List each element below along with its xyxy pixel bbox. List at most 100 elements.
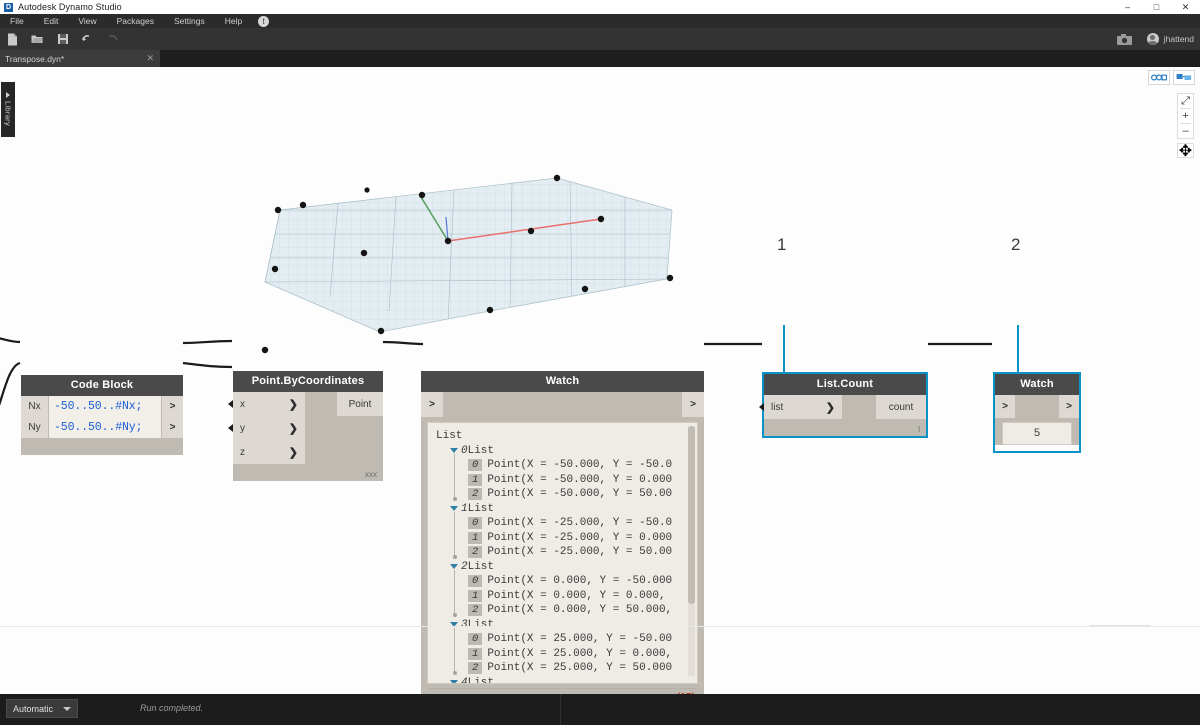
watch-tree-item[interactable]: 0 Point(X = -50.000, Y = -50.0 bbox=[436, 458, 693, 473]
watch-branch-index: 4 bbox=[461, 676, 468, 684]
watch-tree-item[interactable]: 1 Point(X = 0.000, Y = 0.000, bbox=[436, 589, 693, 604]
scrollbar-thumb[interactable] bbox=[688, 426, 695, 604]
port-row-x[interactable]: x ❯ Point bbox=[228, 392, 383, 416]
watch-item-value: Point(X = -25.000, Y = 50.00 bbox=[487, 546, 673, 558]
maximize-button[interactable]: □ bbox=[1142, 0, 1171, 14]
code-block-row-ny[interactable]: Ny -50..50..#Ny; > bbox=[21, 417, 183, 438]
watch-branch-index: 1 bbox=[461, 502, 468, 515]
undo-icon[interactable] bbox=[75, 28, 100, 50]
output-port[interactable]: > bbox=[1059, 395, 1079, 418]
watch-tree-item[interactable]: 1 Point(X = 25.000, Y = 0.000, bbox=[436, 647, 693, 662]
caret-down-icon[interactable] bbox=[450, 564, 458, 570]
menu-settings[interactable]: Settings bbox=[164, 14, 215, 28]
input-port[interactable]: > bbox=[421, 392, 443, 417]
node-point-by-coordinates[interactable]: Point.ByCoordinates x ❯ Point y ❯ z ❯ xx… bbox=[228, 371, 383, 481]
node-code-block[interactable]: Code Block Nx -50..50..#Nx; > Ny -50..50… bbox=[21, 375, 183, 455]
camera-icon[interactable] bbox=[1112, 28, 1137, 50]
node-title: Watch bbox=[995, 374, 1079, 395]
chevron-right-icon[interactable]: ❯ bbox=[289, 398, 298, 411]
watch-branch-label: List bbox=[467, 502, 495, 515]
caret-down-icon[interactable] bbox=[450, 506, 458, 512]
code-block-row-nx[interactable]: Nx -50..50..#Nx; > bbox=[21, 396, 183, 417]
pan-button[interactable]: ✥ bbox=[1177, 143, 1194, 160]
run-mode-label: Automatic bbox=[13, 703, 54, 714]
port-row-list[interactable]: list ❯ count bbox=[759, 395, 926, 419]
document-tab[interactable]: Transpose.dyn* ✕ bbox=[0, 50, 160, 67]
new-file-icon[interactable] bbox=[0, 28, 25, 50]
output-port[interactable]: > bbox=[682, 392, 704, 417]
save-icon[interactable] bbox=[50, 28, 75, 50]
zoom-to-fit-button[interactable]: ⤢ bbox=[1177, 94, 1194, 108]
watch-item-index: 1 bbox=[468, 647, 483, 660]
output-port-point[interactable]: Point bbox=[337, 392, 383, 416]
background-preview-icon[interactable] bbox=[1173, 70, 1195, 85]
watch-tree-branch[interactable]: List bbox=[436, 429, 693, 444]
redo-icon[interactable] bbox=[100, 28, 125, 50]
watch-tree-item[interactable]: 0 Point(X = -25.000, Y = -50.0 bbox=[436, 516, 693, 531]
menu-help[interactable]: Help bbox=[215, 14, 252, 28]
node-watch-1[interactable]: Watch > > List 0 List 0 Point(X = -50.000, … bbox=[421, 371, 704, 694]
watch-tree-item[interactable]: 1 Point(X = -25.000, Y = 0.000 bbox=[436, 531, 693, 546]
close-icon[interactable]: ✕ bbox=[146, 50, 154, 67]
caret-down-icon[interactable] bbox=[450, 680, 458, 683]
run-mode-dropdown[interactable]: Automatic bbox=[6, 699, 78, 718]
watch-tree-branch[interactable]: 2 List bbox=[436, 560, 693, 575]
input-port-z[interactable]: z ❯ bbox=[233, 440, 305, 464]
code-block-input-nx[interactable]: Nx bbox=[21, 396, 49, 417]
open-folder-icon[interactable] bbox=[25, 28, 50, 50]
watch-item-value: Point(X = -50.000, Y = -50.0 bbox=[487, 459, 673, 471]
watch-tree-item[interactable]: 2 Point(X = -50.000, Y = 50.00 bbox=[436, 487, 693, 502]
minimize-button[interactable]: – bbox=[1113, 0, 1142, 14]
watch-item-index: 1 bbox=[468, 473, 483, 486]
watch-tree-branch[interactable]: 0 List bbox=[436, 444, 693, 459]
watch-tree-item[interactable]: 2 Point(X = -25.000, Y = 50.00 bbox=[436, 545, 693, 560]
scrollbar[interactable] bbox=[688, 426, 695, 676]
code-block-output-nx[interactable]: > bbox=[161, 396, 183, 417]
watch-tree-branch[interactable]: 4 List bbox=[436, 676, 693, 684]
menu-edit[interactable]: Edit bbox=[34, 14, 69, 28]
input-port-x[interactable]: x ❯ bbox=[228, 392, 305, 416]
output-port-count[interactable]: count bbox=[876, 395, 926, 419]
watch-tree-branch[interactable]: 3 List bbox=[436, 618, 693, 633]
watch-result-tree[interactable]: List 0 List 0 Point(X = -50.000, Y = -50.0 1… bbox=[427, 422, 698, 684]
menu-file[interactable]: File bbox=[0, 14, 34, 28]
user-account[interactable]: jhattend bbox=[1146, 33, 1194, 45]
chevron-right-icon[interactable]: ❯ bbox=[289, 446, 298, 459]
info-icon[interactable]: ! bbox=[258, 15, 270, 27]
watch-tree-item[interactable]: 1 Point(X = -50.000, Y = 0.000 bbox=[436, 473, 693, 488]
window-title: Autodesk Dynamo Studio bbox=[18, 2, 122, 12]
input-port-list[interactable]: list ❯ bbox=[759, 395, 842, 419]
menu-packages[interactable]: Packages bbox=[107, 14, 164, 28]
port-row-y[interactable]: y ❯ bbox=[228, 416, 383, 440]
node-list-count[interactable]: List.Count list ❯ count l bbox=[759, 372, 928, 438]
node-watch-2[interactable]: Watch > > 5 bbox=[993, 372, 1081, 453]
library-label: Library bbox=[3, 101, 13, 127]
code-block-code-ny[interactable]: -50..50..#Ny; bbox=[49, 417, 161, 438]
zoom-out-button[interactable]: – bbox=[1177, 124, 1194, 138]
caret-down-icon[interactable] bbox=[450, 448, 458, 454]
watch-tree-branch[interactable]: 1 List bbox=[436, 502, 693, 517]
code-block-output-ny[interactable]: > bbox=[161, 417, 183, 438]
watch-tree-item[interactable]: 2 Point(X = 0.000, Y = 50.000, bbox=[436, 603, 693, 618]
watch-root-label: List bbox=[436, 430, 463, 442]
menu-view[interactable]: View bbox=[68, 14, 106, 28]
code-block-code-nx[interactable]: -50..50..#Nx; bbox=[49, 396, 161, 417]
chevron-right-icon[interactable]: ❯ bbox=[826, 401, 835, 414]
port-row-z[interactable]: z ❯ bbox=[233, 440, 383, 464]
watch-branch-index: 0 bbox=[461, 444, 468, 457]
code-block-input-ny[interactable]: Ny bbox=[21, 417, 49, 438]
graph-canvas[interactable]: Library ⤢ + – ✥ Code Block Nx -50..50..#… bbox=[0, 67, 1200, 694]
tree-guide-line bbox=[452, 628, 457, 675]
chevron-right-icon[interactable]: ❯ bbox=[289, 422, 298, 435]
watch-item-value: Point(X = 25.000, Y = -50.00 bbox=[487, 633, 673, 645]
geometry-toggle-icon[interactable] bbox=[1148, 70, 1170, 85]
close-button[interactable]: ✕ bbox=[1171, 0, 1200, 14]
watch-tree-item[interactable]: 2 Point(X = 25.000, Y = 50.000 bbox=[436, 661, 693, 676]
input-port-y[interactable]: y ❯ bbox=[228, 416, 305, 440]
library-panel-toggle[interactable]: Library bbox=[1, 82, 15, 137]
input-port[interactable]: > bbox=[995, 395, 1015, 418]
zoom-in-button[interactable]: + bbox=[1177, 109, 1194, 123]
watch-tree-item[interactable]: 0 Point(X = 0.000, Y = -50.000 bbox=[436, 574, 693, 589]
watch-tree-item[interactable]: 0 Point(X = 25.000, Y = -50.00 bbox=[436, 632, 693, 647]
